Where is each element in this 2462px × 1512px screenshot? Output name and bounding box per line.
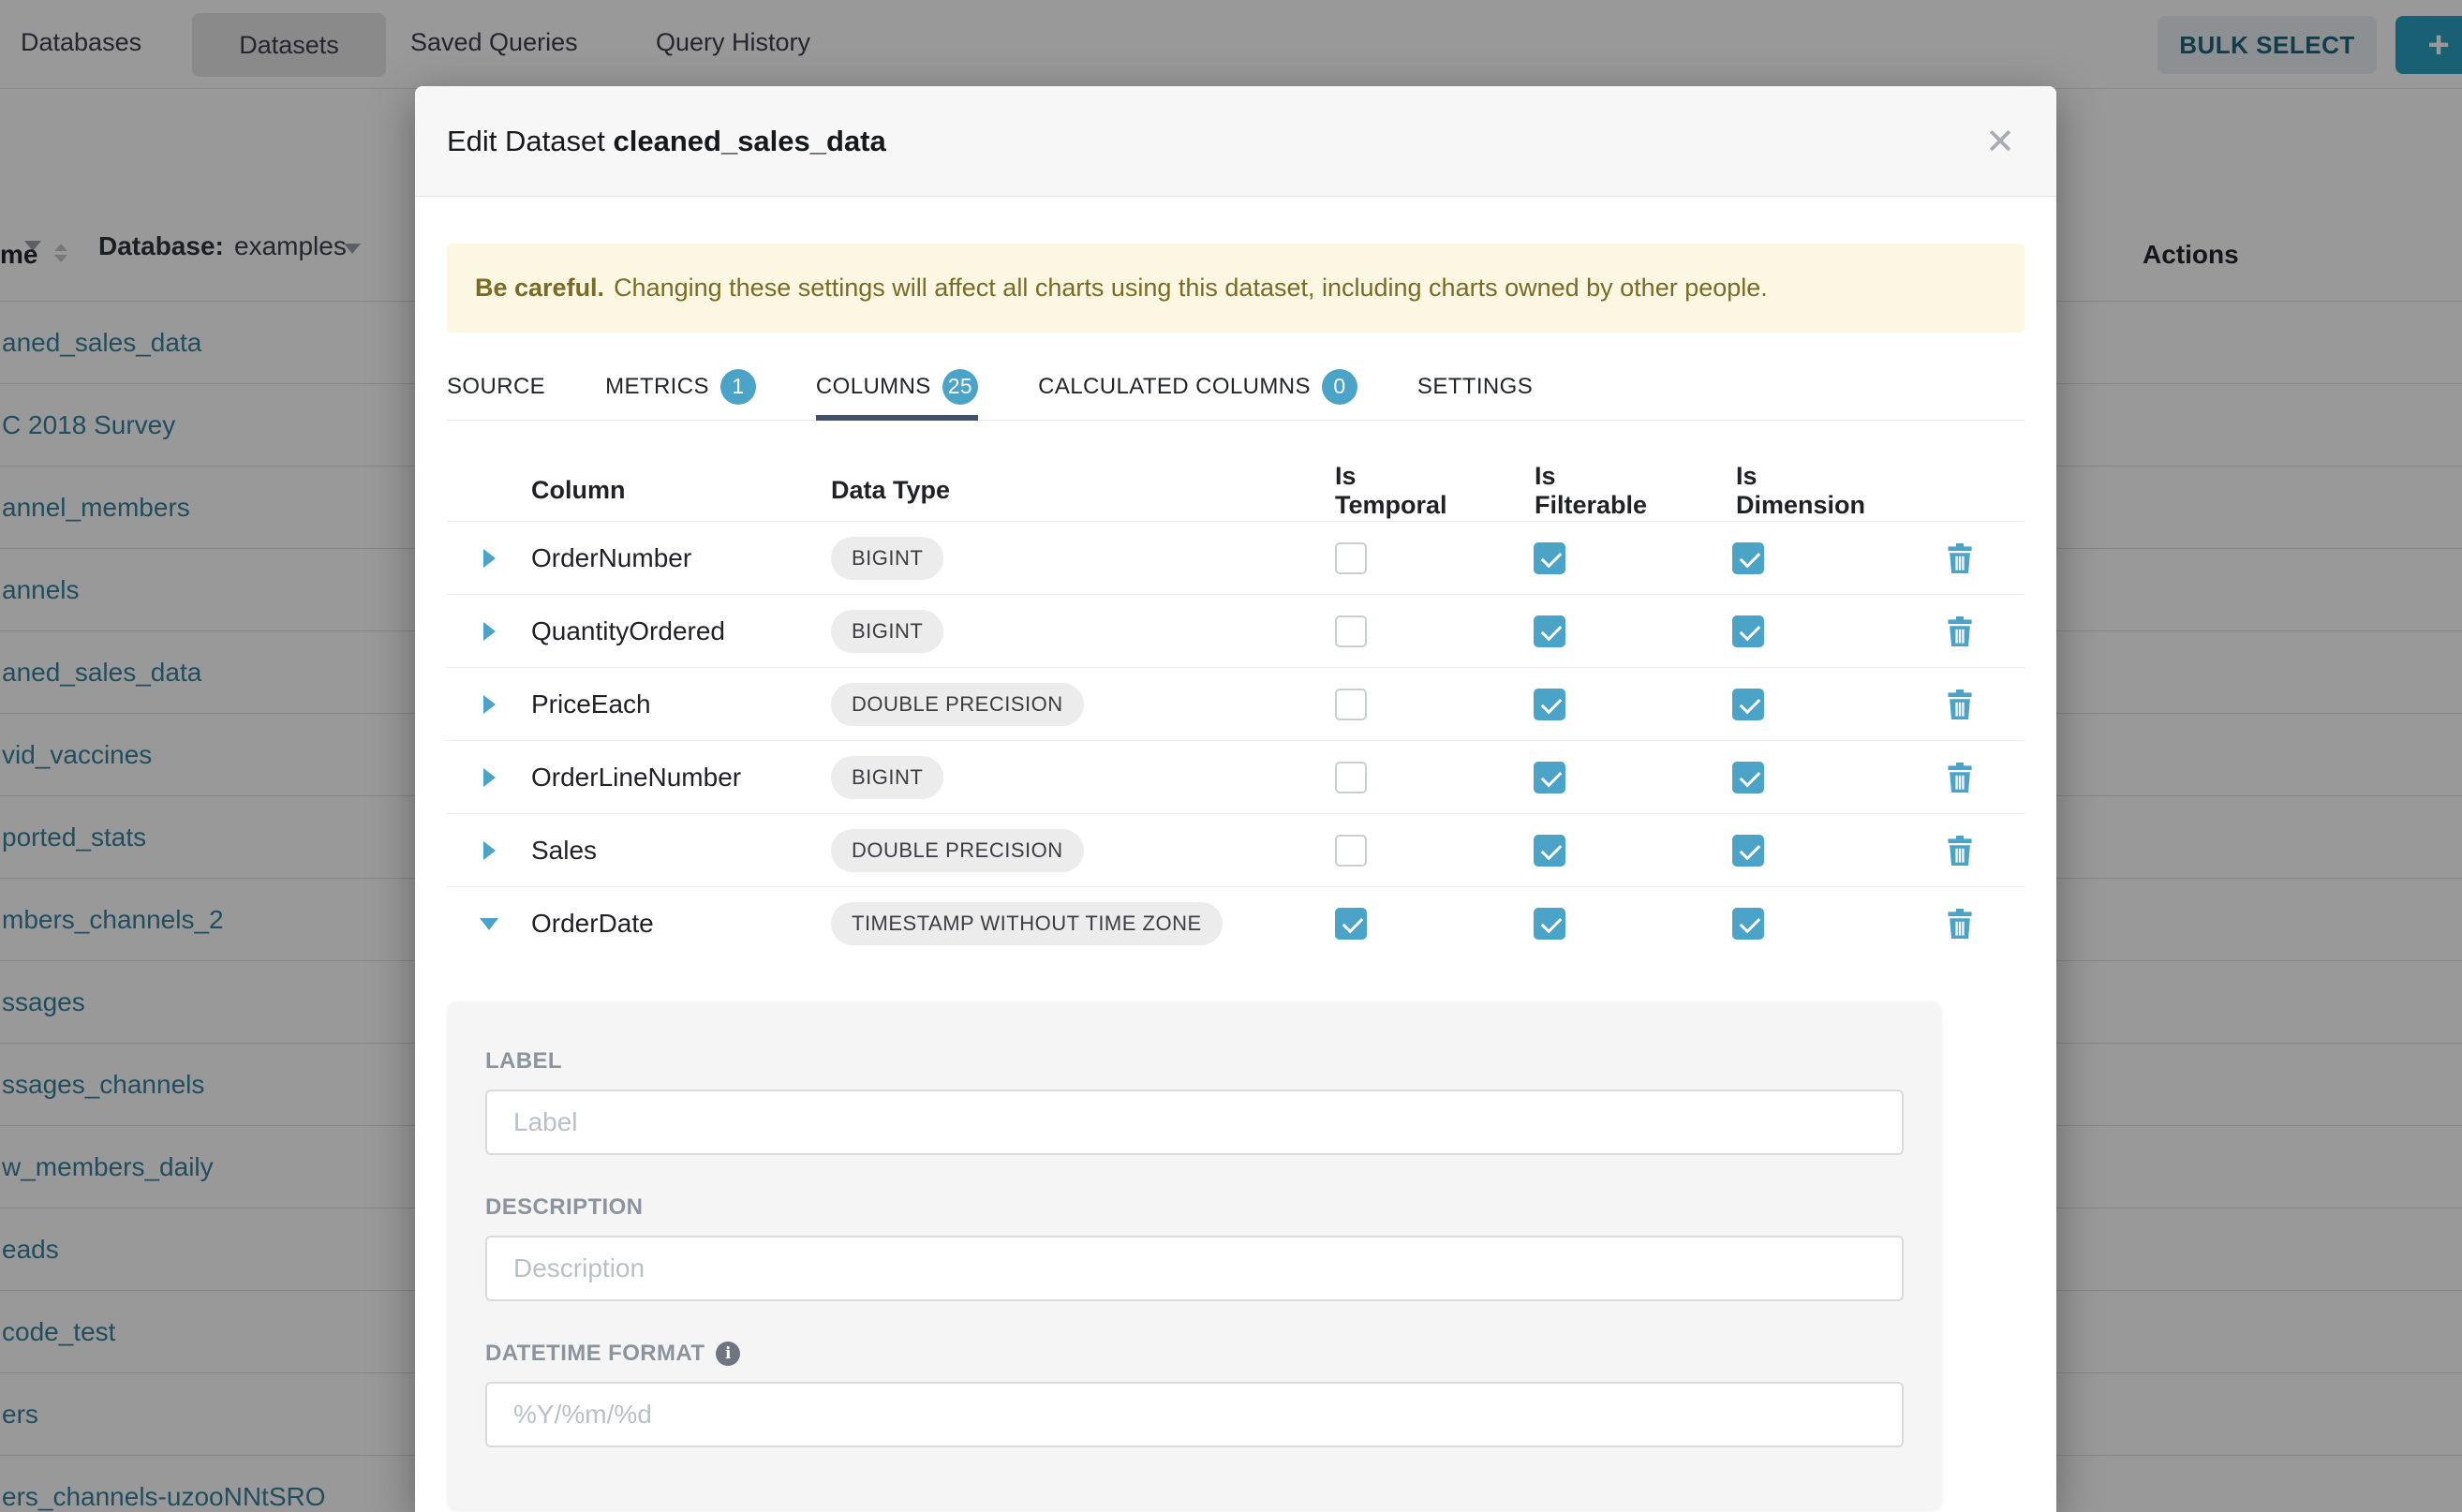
data-type-pill: DOUBLE PRECISION xyxy=(831,829,1084,872)
tab-calculated-columns-label: CALCULATED COLUMNS xyxy=(1038,374,1311,400)
data-type-header: Data Type xyxy=(831,476,1262,505)
column-detail-panel: LABEL DESCRIPTION DATETIME FORMAT i xyxy=(448,1001,1941,1509)
is-temporal-checkbox[interactable] xyxy=(1335,542,1367,574)
is-filterable-checkbox[interactable] xyxy=(1534,615,1565,647)
column-name: OrderLineNumber xyxy=(531,763,831,793)
delete-column-icon[interactable] xyxy=(1947,836,1973,866)
label-field-label-text: LABEL xyxy=(485,1048,562,1075)
tab-metrics[interactable]: METRICS 1 xyxy=(605,353,756,420)
column-header: Column xyxy=(531,476,831,505)
column-name: OrderDate xyxy=(531,909,831,939)
is-filterable-checkbox[interactable] xyxy=(1534,908,1565,940)
is-temporal-checkbox[interactable] xyxy=(1335,908,1367,940)
modal-title-dataset-name: cleaned_sales_data xyxy=(614,125,886,157)
edit-dataset-modal: Edit Dataset cleaned_sales_data ✕ Be car… xyxy=(415,86,2056,1512)
columns-table: Column Data Type Is Temporal Is Filterab… xyxy=(447,460,2024,960)
is-dimension-checkbox[interactable] xyxy=(1732,689,1764,720)
is-filterable-checkbox[interactable] xyxy=(1534,542,1565,574)
data-type-pill: BIGINT xyxy=(831,610,943,653)
is-filterable-header: Is Filterable xyxy=(1461,462,1659,520)
tab-columns[interactable]: COLUMNS 25 xyxy=(816,353,978,420)
expand-caret-icon[interactable] xyxy=(483,695,496,714)
description-field-label: DESCRIPTION xyxy=(485,1194,1904,1221)
is-filterable-checkbox[interactable] xyxy=(1534,689,1565,720)
data-type-pill: TIMESTAMP WITHOUT TIME ZONE xyxy=(831,902,1223,945)
is-temporal-checkbox[interactable] xyxy=(1335,689,1367,720)
tab-settings-label: SETTINGS xyxy=(1417,374,1533,400)
is-dimension-checkbox[interactable] xyxy=(1732,542,1764,574)
label-input[interactable] xyxy=(485,1090,1904,1155)
expand-caret-icon[interactable] xyxy=(483,549,496,568)
is-dimension-header: Is Dimension xyxy=(1659,462,1889,520)
expand-caret-icon[interactable] xyxy=(480,918,498,930)
column-row: QuantityOrdered BIGINT xyxy=(447,595,2024,668)
column-row: OrderDate TIMESTAMP WITHOUT TIME ZONE xyxy=(447,887,2024,960)
delete-column-icon[interactable] xyxy=(1947,689,1973,719)
delete-column-icon[interactable] xyxy=(1947,763,1973,793)
column-row: Sales DOUBLE PRECISION xyxy=(447,814,2024,887)
datetime-format-field-label: DATETIME FORMAT i xyxy=(485,1341,1904,1367)
close-icon[interactable]: ✕ xyxy=(1985,124,2015,159)
delete-column-icon[interactable] xyxy=(1947,909,1973,939)
description-input[interactable] xyxy=(485,1236,1904,1301)
warning-text: Changing these settings will affect all … xyxy=(614,274,1768,303)
column-name: QuantityOrdered xyxy=(531,616,831,646)
modal-body: Be careful. Changing these settings will… xyxy=(415,244,2056,1509)
is-filterable-checkbox[interactable] xyxy=(1534,762,1565,793)
warning-banner: Be careful. Changing these settings will… xyxy=(447,244,2024,333)
columns-table-header: Column Data Type Is Temporal Is Filterab… xyxy=(447,460,2024,522)
is-dimension-checkbox[interactable] xyxy=(1732,908,1764,940)
modal-header: Edit Dataset cleaned_sales_data ✕ xyxy=(415,86,2056,197)
tab-columns-label: COLUMNS xyxy=(816,374,931,400)
is-dimension-checkbox[interactable] xyxy=(1732,615,1764,647)
delete-column-icon[interactable] xyxy=(1947,543,1973,573)
columns-count-badge: 25 xyxy=(942,369,978,405)
is-dimension-checkbox[interactable] xyxy=(1732,835,1764,867)
label-field-group: LABEL xyxy=(485,1048,1904,1155)
tab-calculated-columns[interactable]: CALCULATED COLUMNS 0 xyxy=(1038,353,1357,420)
tab-metrics-label: METRICS xyxy=(605,374,709,400)
is-temporal-checkbox[interactable] xyxy=(1335,835,1367,867)
modal-title: Edit Dataset cleaned_sales_data xyxy=(447,125,886,158)
label-field-label: LABEL xyxy=(485,1048,1904,1075)
metrics-count-badge: 1 xyxy=(720,369,756,405)
modal-title-prefix: Edit Dataset xyxy=(447,125,605,157)
column-name: OrderNumber xyxy=(531,543,831,573)
datetime-format-input[interactable] xyxy=(485,1382,1904,1447)
column-row: OrderNumber BIGINT xyxy=(447,522,2024,595)
column-row: OrderLineNumber BIGINT xyxy=(447,741,2024,814)
datetime-format-label-text: DATETIME FORMAT xyxy=(485,1341,704,1367)
calculated-columns-count-badge: 0 xyxy=(1322,369,1357,405)
tab-settings[interactable]: SETTINGS xyxy=(1417,353,1533,420)
datetime-format-field-group: DATETIME FORMAT i xyxy=(485,1341,1904,1447)
column-name: Sales xyxy=(531,836,831,866)
expand-caret-icon[interactable] xyxy=(483,622,496,641)
data-type-pill: BIGINT xyxy=(831,537,943,580)
is-temporal-checkbox[interactable] xyxy=(1335,762,1367,793)
description-field-group: DESCRIPTION xyxy=(485,1194,1904,1301)
modal-tabs: SOURCE METRICS 1 COLUMNS 25 CALCULATED C… xyxy=(447,353,2024,421)
column-name: PriceEach xyxy=(531,689,831,719)
is-filterable-checkbox[interactable] xyxy=(1534,835,1565,867)
tab-source-label: SOURCE xyxy=(447,374,545,400)
data-type-pill: DOUBLE PRECISION xyxy=(831,683,1084,726)
warning-bold-text: Be careful. xyxy=(475,274,604,303)
data-type-pill: BIGINT xyxy=(831,756,943,799)
column-row: PriceEach DOUBLE PRECISION xyxy=(447,668,2024,741)
is-temporal-header: Is Temporal xyxy=(1262,462,1461,520)
tab-source[interactable]: SOURCE xyxy=(447,353,545,420)
is-dimension-checkbox[interactable] xyxy=(1732,762,1764,793)
delete-column-icon[interactable] xyxy=(1947,616,1973,646)
expand-caret-icon[interactable] xyxy=(483,841,496,860)
description-field-label-text: DESCRIPTION xyxy=(485,1194,643,1221)
info-icon[interactable]: i xyxy=(716,1342,740,1366)
is-temporal-checkbox[interactable] xyxy=(1335,615,1367,647)
expand-caret-icon[interactable] xyxy=(483,768,496,787)
